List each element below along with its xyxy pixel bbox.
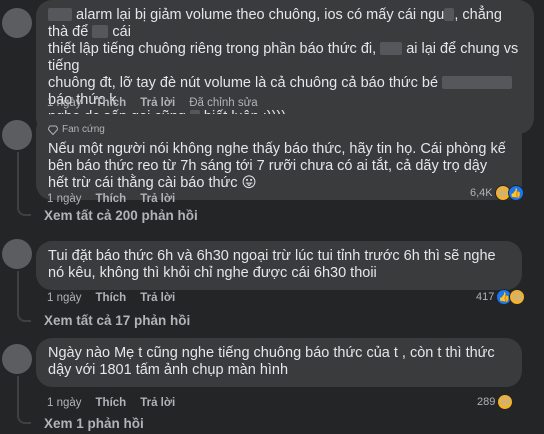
like-button[interactable]: Thích: [96, 292, 127, 304]
reaction-count: 6,4K: [470, 187, 493, 199]
view-replies-link[interactable]: Xem tất cả 17 phản hồi: [44, 313, 190, 328]
reaction-summary[interactable]: 417 👍 😆: [476, 289, 526, 305]
redacted-name: [48, 8, 72, 21]
comment-text: Tui đặt báo thức 6h và 6h30 ngoại trừ lú…: [48, 248, 496, 281]
comment-time[interactable]: 1 ngày: [47, 292, 82, 304]
badge-label: Fan cứng: [62, 124, 105, 135]
haha-reaction-icon: 😆: [509, 289, 526, 305]
view-replies-link[interactable]: Xem 1 phản hồi: [44, 416, 144, 431]
avatar[interactable]: [2, 239, 32, 269]
comment-bubble: Fan cứng Nếu một người nói không nghe th…: [36, 114, 522, 200]
reply-button[interactable]: Trả lời: [140, 97, 175, 109]
reply-button[interactable]: Trả lời: [140, 397, 175, 409]
comment-time[interactable]: 1 ngày: [47, 193, 82, 205]
thread-line: [17, 376, 19, 414]
view-replies-link[interactable]: Xem tất cả 200 phản hồi: [44, 208, 198, 223]
reply-connector: [17, 410, 31, 424]
like-button[interactable]: Thích: [96, 397, 127, 409]
comment-text: Nếu một người nói không nghe thấy báo th…: [48, 141, 506, 191]
comment-actions: 1 ngày Thích Trả lời Đã chỉnh sửa: [47, 97, 258, 109]
comment-actions: 1 ngày Thích Trả lời: [47, 193, 175, 205]
reaction-count: 289: [477, 396, 496, 408]
fan-badge[interactable]: Fan cứng: [48, 121, 510, 138]
comment-text: Ngày nào Mẹ t cũng nghe tiếng chuông báo…: [48, 345, 495, 378]
redacted-text: [444, 8, 455, 21]
comment-thread: alarm lại bị giảm volume theo chuông, io…: [0, 0, 544, 434]
avatar[interactable]: [2, 344, 32, 374]
reply-button[interactable]: Trả lời: [140, 292, 175, 304]
reaction-summary[interactable]: 289 😆: [477, 394, 514, 410]
thread-line: [17, 152, 19, 204]
edited-label[interactable]: Đã chỉnh sửa: [189, 97, 257, 109]
reaction-summary[interactable]: 6,4K 😆 👍: [470, 185, 524, 201]
redacted-text: [442, 76, 513, 89]
comment-time[interactable]: 1 ngày: [47, 397, 82, 409]
comment-actions: 1 ngày Thích Trả lời: [47, 397, 175, 409]
like-reaction-icon: 👍: [507, 185, 524, 201]
redacted-text: [92, 25, 109, 38]
avatar[interactable]: [2, 120, 32, 150]
reaction-count: 417: [476, 291, 495, 303]
reply-connector: [17, 308, 31, 322]
comment-bubble: Tui đặt báo thức 6h và 6h30 ngoại trừ lú…: [36, 241, 522, 290]
redacted-text: [380, 42, 403, 55]
diamond-icon: [48, 125, 58, 135]
comment-bubble: Ngày nào Mẹ t cũng nghe tiếng chuông báo…: [36, 338, 522, 387]
like-button[interactable]: Thích: [96, 193, 127, 205]
avatar[interactable]: [2, 8, 32, 38]
haha-reaction-icon: 😆: [497, 394, 514, 410]
reply-button[interactable]: Trả lời: [140, 193, 175, 205]
comment-actions: 1 ngày Thích Trả lời: [47, 292, 175, 304]
reply-connector: [17, 202, 31, 216]
like-button[interactable]: Thích: [96, 97, 127, 109]
comment-time[interactable]: 1 ngày: [47, 97, 82, 109]
